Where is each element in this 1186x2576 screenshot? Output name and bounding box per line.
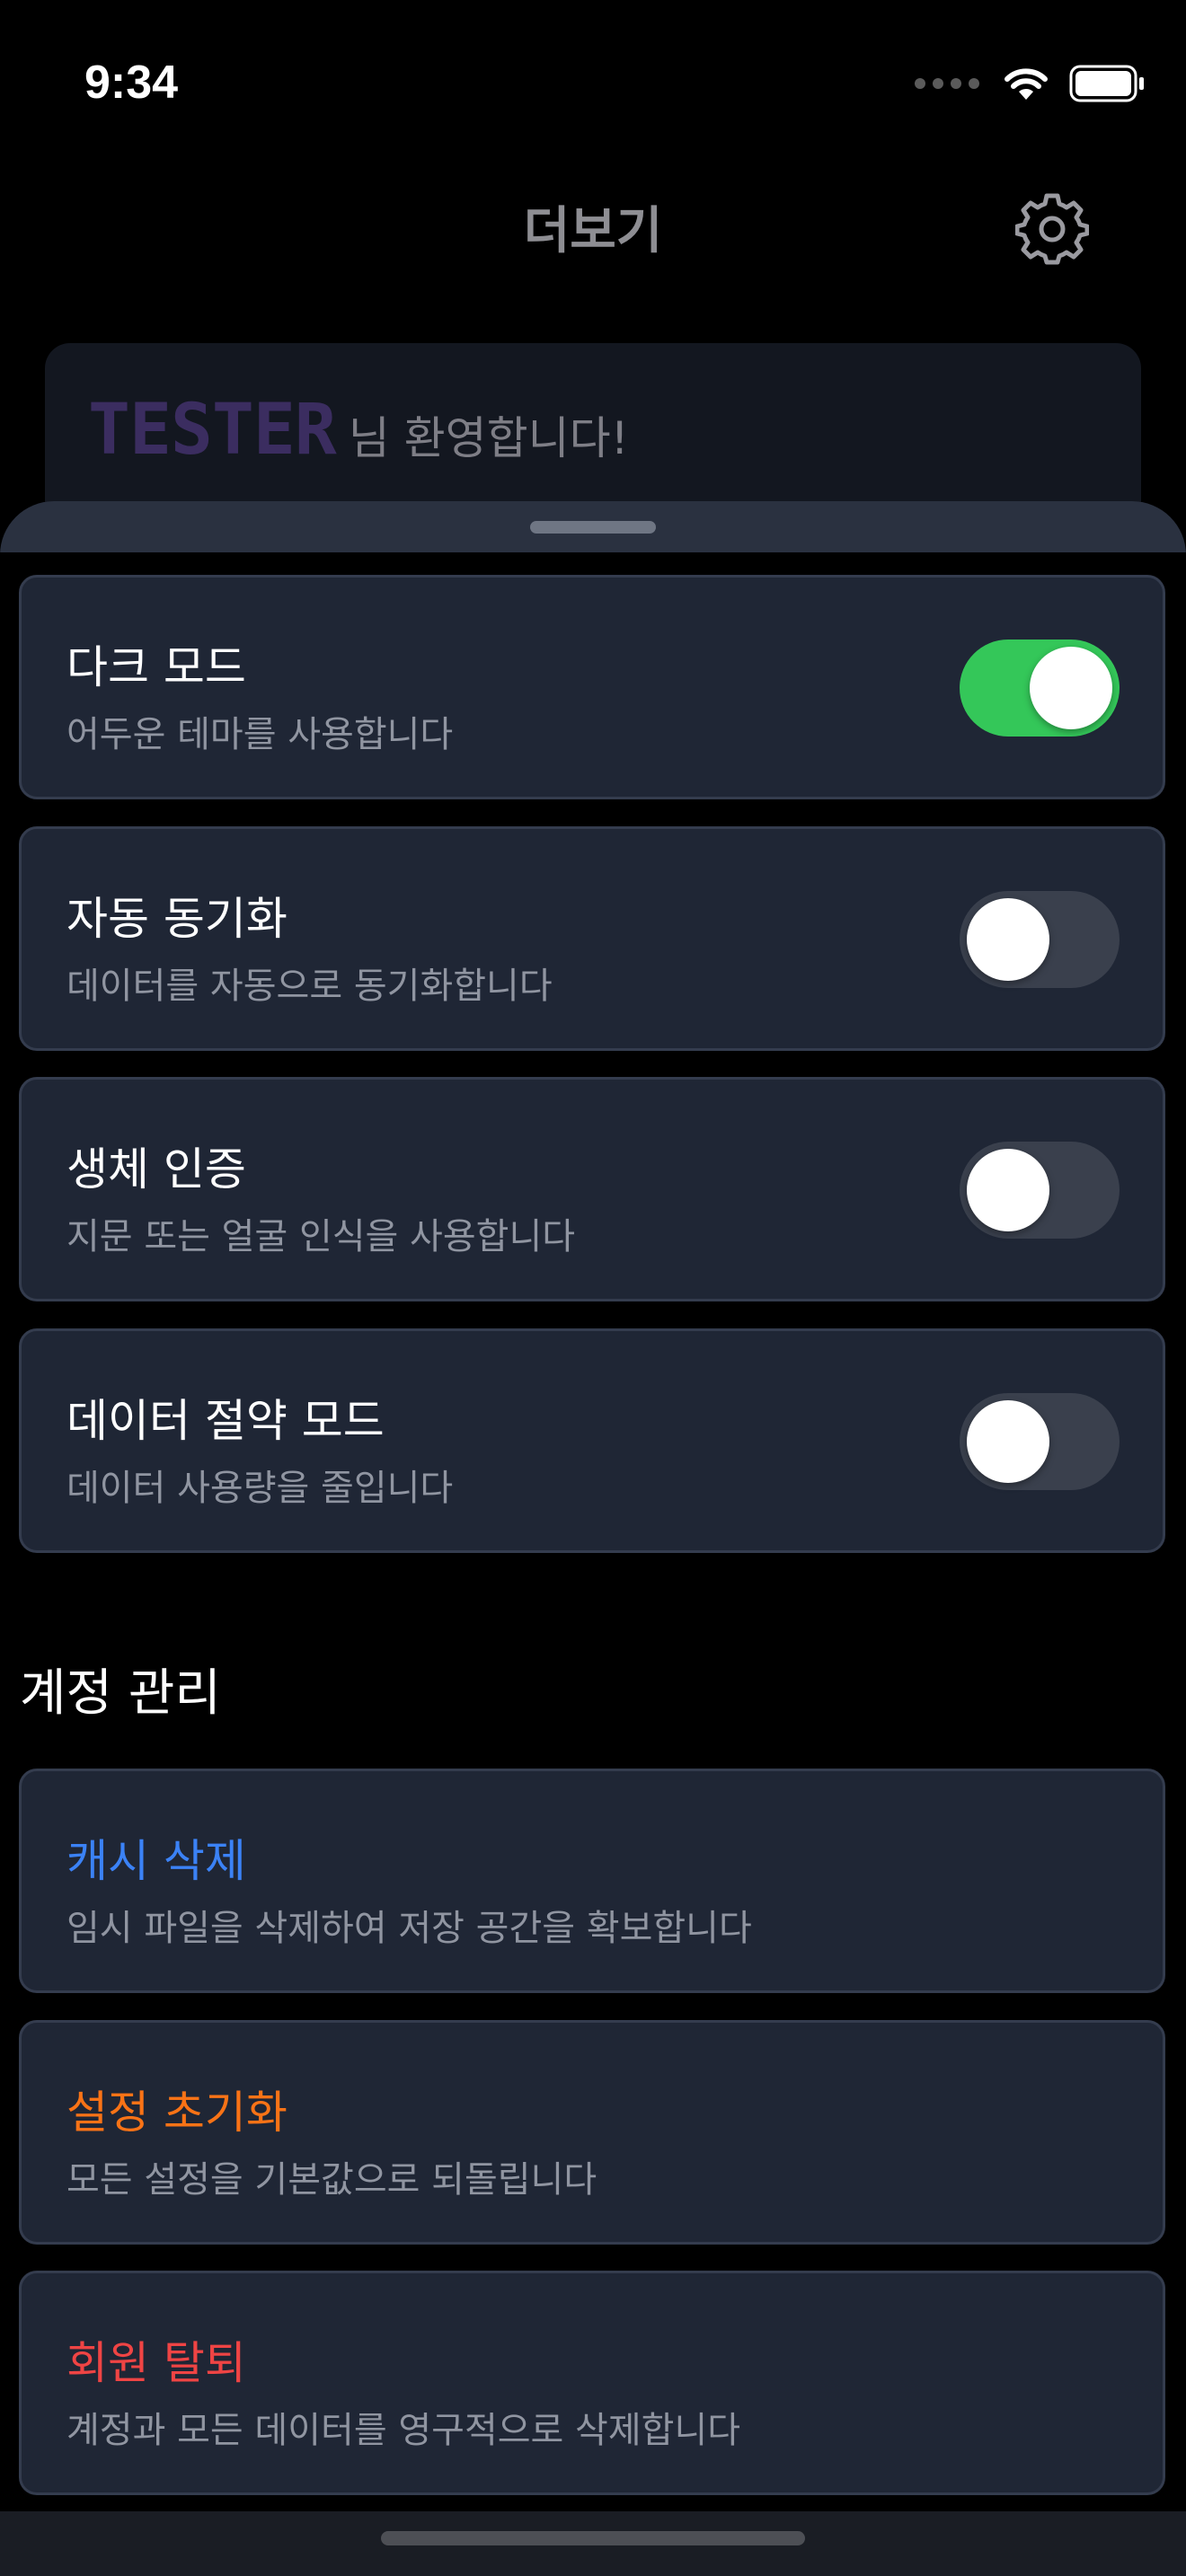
action-title: 캐시 삭제 xyxy=(66,1835,246,1887)
action-title: 회원 탈퇴 xyxy=(66,2337,246,2389)
toggle-knob xyxy=(967,898,1049,981)
auto-sync-toggle[interactable] xyxy=(960,891,1120,988)
setting-title: 데이터 절약 모드 xyxy=(66,1395,385,1447)
action-description: 계정과 모든 데이터를 영구적으로 삭제합니다 xyxy=(66,2410,741,2451)
status-icons xyxy=(915,65,1146,102)
action-description: 임시 파일을 삭제하여 저장 공간을 확보합니다 xyxy=(66,1908,752,1949)
setting-title: 다크 모드 xyxy=(66,641,246,693)
setting-biometric[interactable]: 생체 인증 지문 또는 얼굴 인식을 사용합니다 xyxy=(19,1077,1165,1301)
battery-icon xyxy=(1069,65,1144,102)
gear-icon xyxy=(1014,193,1090,265)
welcome-suffix: 님 환영합니다! xyxy=(348,412,629,464)
user-name: TESTER xyxy=(88,390,337,471)
setting-title: 생체 인증 xyxy=(66,1143,246,1195)
setting-data-saver[interactable]: 데이터 절약 모드 데이터 사용량을 줄입니다 xyxy=(19,1328,1165,1553)
status-time: 9:34 xyxy=(84,57,179,109)
settings-sheet: 다크 모드 어두운 테마를 사용합니다 자동 동기화 데이터를 자동으로 동기화… xyxy=(0,501,1186,2576)
page-title: 더보기 xyxy=(523,202,663,260)
setting-description: 어두운 테마를 사용합니다 xyxy=(66,714,454,755)
setting-description: 데이터를 자동으로 동기화합니다 xyxy=(66,966,553,1007)
biometric-toggle[interactable] xyxy=(960,1142,1120,1239)
toggle-knob xyxy=(967,1149,1049,1231)
reset-settings-button[interactable]: 설정 초기화 모든 설정을 기본값으로 되돌립니다 xyxy=(19,2020,1165,2245)
action-title: 설정 초기화 xyxy=(66,2086,288,2139)
delete-account-button[interactable]: 회원 탈퇴 계정과 모든 데이터를 영구적으로 삭제합니다 xyxy=(19,2271,1165,2495)
dark-mode-toggle[interactable] xyxy=(960,640,1120,737)
wifi-icon xyxy=(1005,68,1048,100)
toggle-knob xyxy=(967,1400,1049,1483)
section-title-account: 계정 관리 xyxy=(20,1664,221,1723)
cellular-signal-icon xyxy=(915,78,979,89)
data-saver-toggle[interactable] xyxy=(960,1393,1120,1490)
clear-cache-button[interactable]: 캐시 삭제 임시 파일을 삭제하여 저장 공간을 확보합니다 xyxy=(19,1769,1165,1993)
settings-button[interactable] xyxy=(1014,192,1090,266)
setting-title: 자동 동기화 xyxy=(66,893,288,945)
setting-dark-mode[interactable]: 다크 모드 어두운 테마를 사용합니다 xyxy=(19,575,1165,799)
setting-description: 데이터 사용량을 줄입니다 xyxy=(66,1468,454,1509)
status-bar: 9:34 xyxy=(0,0,1186,171)
setting-description: 지문 또는 얼굴 인식을 사용합니다 xyxy=(66,1216,576,1257)
welcome-message: TESTER 님 환영합니다! xyxy=(88,390,629,471)
setting-auto-sync[interactable]: 자동 동기화 데이터를 자동으로 동기화합니다 xyxy=(19,826,1165,1051)
sheet-header[interactable] xyxy=(0,501,1186,552)
toggle-knob xyxy=(1030,647,1112,729)
sheet-grabber[interactable] xyxy=(530,521,656,534)
home-indicator[interactable] xyxy=(381,2531,805,2545)
action-description: 모든 설정을 기본값으로 되돌립니다 xyxy=(66,2159,597,2201)
